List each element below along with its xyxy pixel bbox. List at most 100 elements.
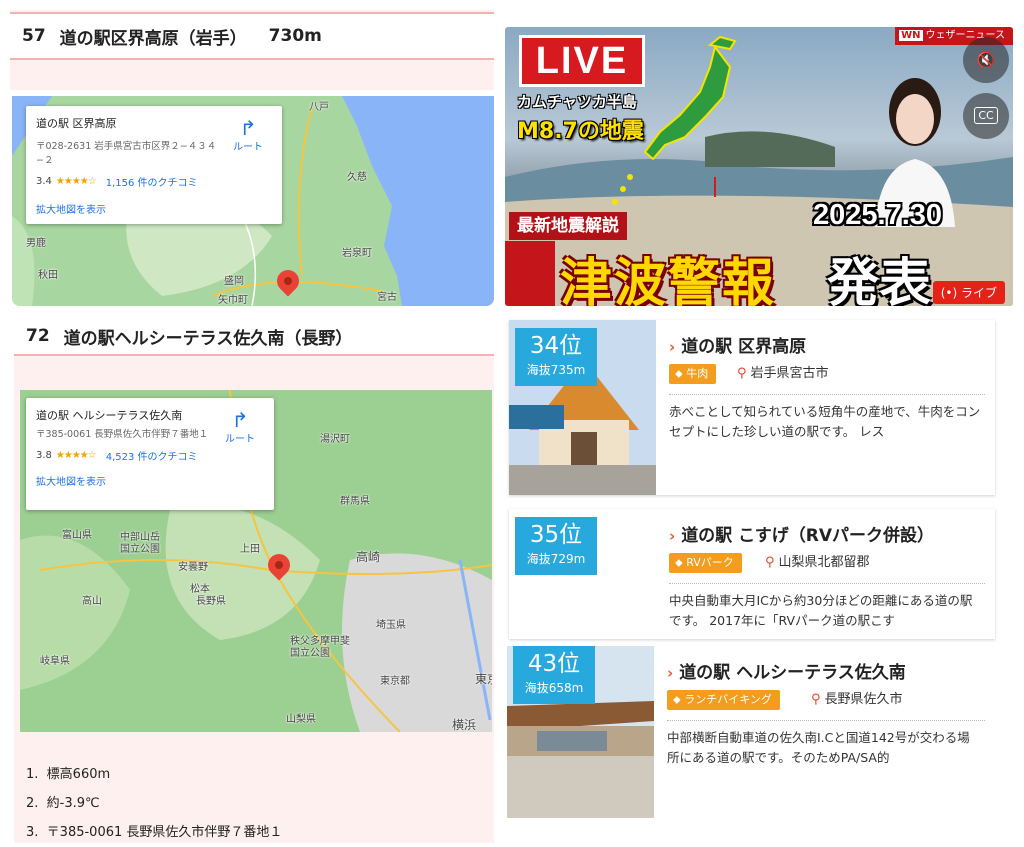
mute-icon: 🔇 xyxy=(976,51,996,69)
map-label-azumino: 安曇野 xyxy=(178,562,208,573)
rank-badge: 35位 海抜729m xyxy=(515,517,597,575)
rating-stars-icon: ★★★★☆ xyxy=(55,176,97,187)
map-label-yamanashi: 山梨県 xyxy=(286,714,316,725)
video-date: 2025.7.30 xyxy=(813,199,943,231)
video-thumbnail[interactable]: WN ウェザーニュース LIVE カムチャツカ半島 M8.7の地震 2025.7.… xyxy=(505,27,1013,306)
captions-button[interactable]: CC xyxy=(963,93,1009,139)
route-button[interactable]: ↱ ルート xyxy=(220,410,260,445)
place-rating-row: 3.8 ★★★★☆ 4,523 件のクチコミ xyxy=(36,448,264,463)
section-72-number: 72 xyxy=(26,326,50,346)
map-label-takayama: 高山 xyxy=(82,596,102,607)
map-kuzakai[interactable]: 八戸 久慈 岩泉町 盛岡 宮古 秋田 男鹿 矢巾町 道の駅 区界高原 〒028-… xyxy=(12,96,494,306)
ranking-card-35[interactable]: 35位 海抜729m › 道の駅 こすげ（RVパーク併設） ⬥ RVパーク ⚲ 山梨… xyxy=(509,509,995,639)
map-label-akita: 秋田 xyxy=(38,270,58,281)
station-description: 中部横断自動車道の佐久南I.Cと国道142号が交わる場所にある道の駅です。そのた… xyxy=(667,730,970,765)
rank-elevation: 海抜658m xyxy=(524,681,584,695)
headline-left-bar xyxy=(505,241,555,306)
ranking-card-43[interactable]: 43位 海抜658m › 道の駅 ヘルシーテラス佐久南 ⬥ ランチバイキング ⚲ 長… xyxy=(507,646,995,818)
map-label-yahaba: 矢巾町 xyxy=(218,295,248,306)
live-label: LIVE xyxy=(519,35,645,87)
map-info-card-kuzakai: 道の駅 区界高原 〒028-2631 岩手県宮古市区界２−４３４−２ 3.4 ★… xyxy=(26,106,282,224)
mute-button[interactable]: 🔇 xyxy=(963,37,1009,83)
directions-icon: ↱ xyxy=(239,116,257,140)
section-57-title: 道の駅区界高原（岩手） xyxy=(59,28,247,49)
map-label-gifu: 岐阜県 xyxy=(40,656,70,667)
map-label-yokohama: 横浜 xyxy=(452,718,477,732)
category-tag[interactable]: ⬥ 牛肉 xyxy=(669,364,717,384)
map-label-kuji: 久慈 xyxy=(347,172,367,183)
route-button[interactable]: ↱ ルート xyxy=(228,118,268,153)
rank-elevation: 海抜735m xyxy=(526,363,586,377)
station-location: ⚲ 岩手県宮古市 xyxy=(737,366,829,381)
station-description: 中央自動車大月ICから約30分ほどの距離にある道の駅です。 2017年に「RVパ… xyxy=(669,593,973,628)
map-label-chichibu-park: 秩父多摩甲斐 国立公園 xyxy=(290,636,350,659)
station-name-link[interactable]: › 道の駅 区界高原 xyxy=(669,332,806,357)
rank-number: 43位 xyxy=(527,651,581,677)
station-location: ⚲ 山梨県北都留郡 xyxy=(765,555,870,570)
rank-number: 35位 xyxy=(529,522,583,548)
category-tag[interactable]: ⬥ RVパーク xyxy=(669,553,742,573)
video-headline-b: 発表 xyxy=(827,254,932,306)
view-larger-map-link[interactable]: 拡大地図を表示 xyxy=(36,473,264,488)
station-location: ⚲ 長野県佐久市 xyxy=(811,692,903,707)
rank-badge: 43位 海抜658m xyxy=(513,646,595,704)
map-label-toyama: 富山県 xyxy=(62,530,92,541)
rank-elevation: 海抜729m xyxy=(526,552,586,566)
divider xyxy=(667,720,985,721)
location-pin-icon: ⚲ xyxy=(811,692,821,707)
map-label-ueda: 上田 xyxy=(240,544,260,555)
map-label-saitama: 埼玉県 xyxy=(376,620,406,631)
section-72-title: 道の駅ヘルシーテラス佐久南（長野） xyxy=(63,328,353,349)
reviews-link[interactable]: 1,156 件のクチコミ xyxy=(106,174,198,189)
map-label-morioka: 盛岡 xyxy=(224,276,244,287)
info-list: 1. 標高660m 2. 約-3.9℃ 3. 〒385-0061 長野県佐久市伴… xyxy=(26,760,282,847)
channel-logo: WN xyxy=(899,30,923,41)
place-rating-row: 3.4 ★★★★☆ 1,156 件のクチコミ xyxy=(36,174,272,189)
chevron-right-icon: › xyxy=(669,527,676,545)
section-72-heading: 72 道の駅ヘルシーテラス佐久南（長野） xyxy=(14,318,494,356)
video-subtitle-2: M8.7の地震 xyxy=(517,119,644,144)
map-label-higashi: 東京 xyxy=(475,672,492,686)
map-label-hachinohe: 八戸 xyxy=(309,102,329,113)
rank-number: 34位 xyxy=(529,333,583,359)
map-label-yuzawa: 湯沢町 xyxy=(320,434,350,445)
divider xyxy=(669,394,985,395)
captions-icon: CC xyxy=(974,107,998,124)
map-label-iwaizumi: 岩泉町 xyxy=(342,248,372,259)
tag-icon: ⬥ xyxy=(675,367,687,380)
map-info-card-saku: 道の駅 ヘルシーテラス佐久南 〒385-0061 長野県佐久市伴野７番地１ 3.… xyxy=(26,398,274,510)
map-label-takasaki: 高崎 xyxy=(356,550,381,564)
map-label-oga: 男鹿 xyxy=(26,238,46,249)
rating-value: 3.8 xyxy=(36,450,52,461)
view-larger-map-link[interactable]: 拡大地図を表示 xyxy=(36,201,272,216)
map-label-nagano: 長野県 xyxy=(196,596,226,607)
reviews-link[interactable]: 4,523 件のクチコミ xyxy=(106,448,198,463)
map-saku[interactable]: 湯沢町 群馬県 高崎 富山県 高山 中部山岳 国立公園 安曇野 松本 上田 長野… xyxy=(20,390,492,732)
video-tag: 最新地震解説 xyxy=(509,212,627,240)
ranking-card-34[interactable]: 34位 海抜735m › 道の駅 区界高原 ⬥ 牛肉 ⚲ 岩手県宮古市 赤べことして… xyxy=(509,320,995,495)
place-address: 〒385-0061 長野県佐久市伴野７番地１ xyxy=(36,429,209,440)
tag-icon: ⬥ xyxy=(673,693,685,706)
section-57-heading: 57 道の駅区界高原（岩手） 730m xyxy=(10,12,494,60)
station-name-link[interactable]: › 道の駅 ヘルシーテラス佐久南 xyxy=(667,658,906,683)
directions-icon: ↱ xyxy=(231,408,249,432)
list-item: 2. 約-3.9℃ xyxy=(26,796,100,811)
category-tag[interactable]: ⬥ ランチバイキング xyxy=(667,690,780,710)
video-headline-a: 津波警報 xyxy=(560,254,777,306)
chevron-right-icon: › xyxy=(667,664,674,682)
location-pin-icon: ⚲ xyxy=(737,366,747,381)
rating-stars-icon: ★★★★☆ xyxy=(55,450,97,461)
rank-badge: 34位 海抜735m xyxy=(515,328,597,386)
video-subtitle-1: カムチャツカ半島 xyxy=(517,93,637,111)
tag-icon: ⬥ xyxy=(675,556,687,569)
map-label-chubu-park: 中部山岳 国立公園 xyxy=(120,532,160,555)
map-label-tokyo: 東京都 xyxy=(380,676,410,687)
map-label-miyako: 宮古 xyxy=(377,292,397,303)
route-label: ルート xyxy=(225,434,255,445)
location-pin-icon: ⚲ xyxy=(765,555,775,570)
place-address: 〒028-2631 岩手県宮古市区界２−４３４−２ xyxy=(36,141,217,166)
section-57-number: 57 xyxy=(22,26,46,46)
station-name-link[interactable]: › 道の駅 こすげ（RVパーク併設） xyxy=(669,521,934,546)
station-description: 赤べことして知られている短角牛の産地で、牛肉をコンセプトにした珍しい道の駅です。… xyxy=(669,404,981,439)
list-item: 1. 標高660m xyxy=(26,767,111,782)
